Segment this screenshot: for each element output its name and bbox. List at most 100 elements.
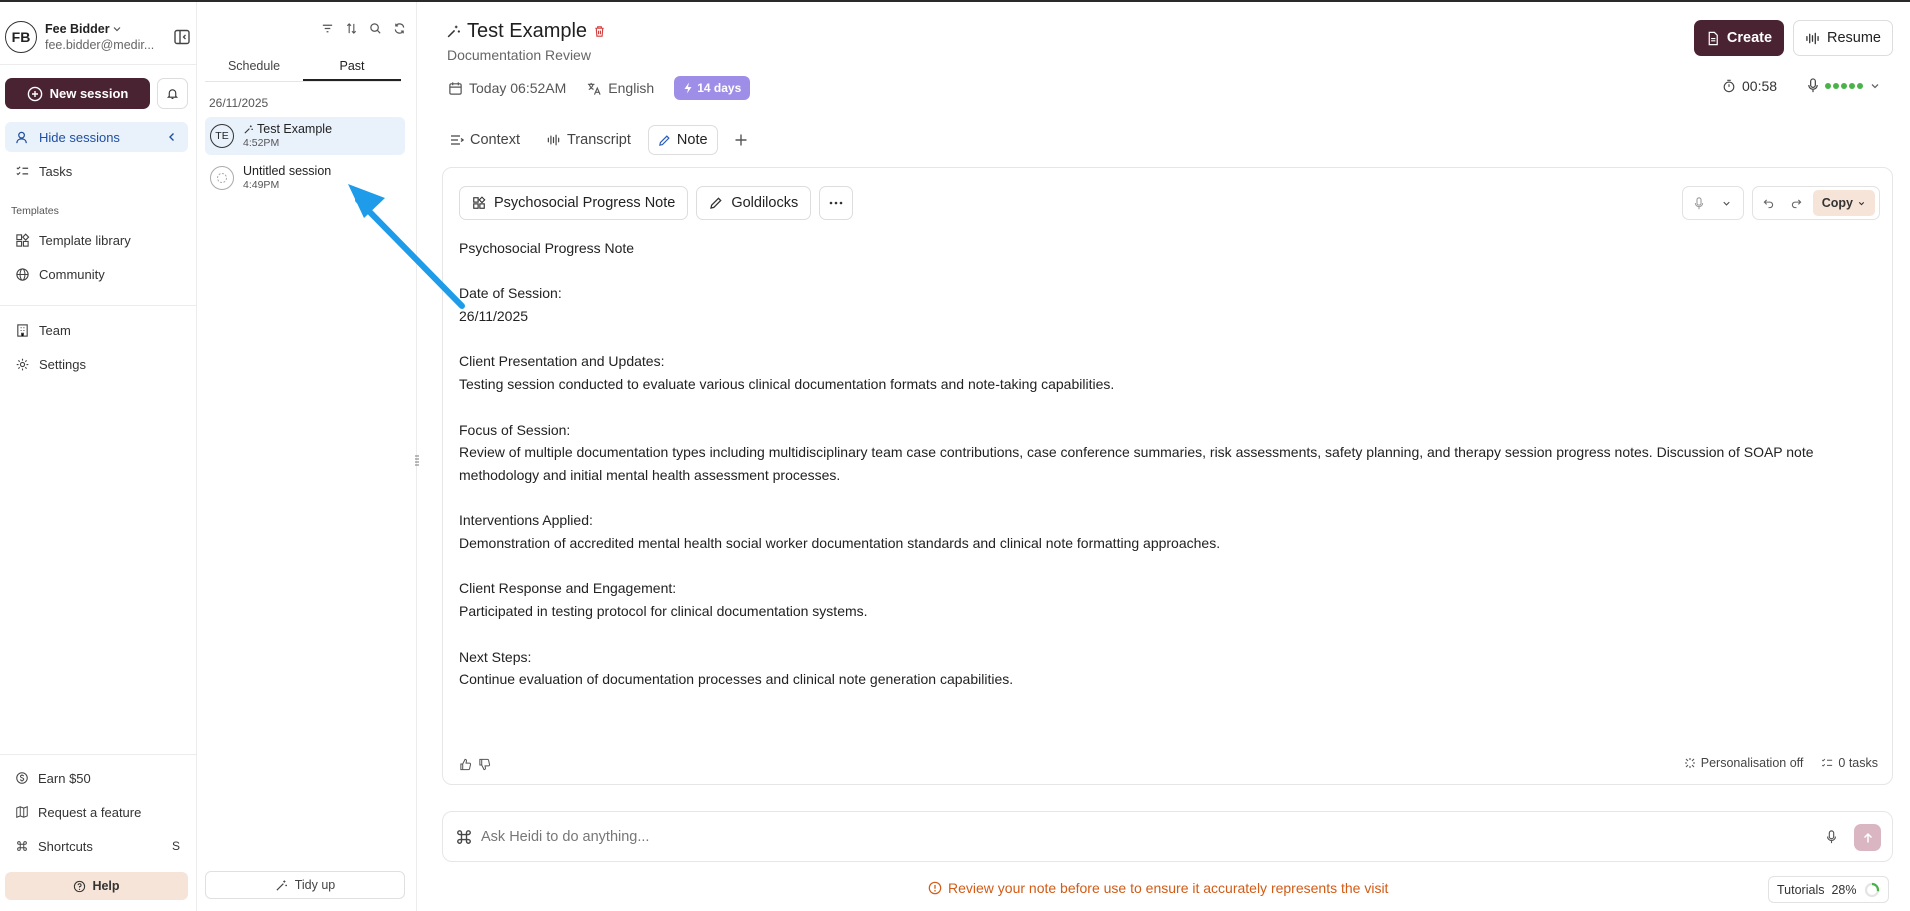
dictation-options-button[interactable] xyxy=(1715,191,1739,215)
templates-section-label: Templates xyxy=(11,205,59,217)
dictate-button[interactable] xyxy=(1687,191,1711,215)
building-icon xyxy=(17,323,28,337)
earn-referral-link[interactable]: Earn $50 xyxy=(5,763,188,793)
lightning-icon xyxy=(684,82,692,94)
shortcut-key-hint: S xyxy=(171,839,180,853)
note-text: Testing session conducted to evaluate va… xyxy=(459,376,1115,393)
help-button[interactable]: Help xyxy=(5,872,188,900)
left-nav: FB Fee Bidder fee.bidder@medir... New se… xyxy=(0,2,197,911)
sidebar-item-template-library[interactable]: Template library xyxy=(5,225,188,255)
profile-menu[interactable]: FB Fee Bidder fee.bidder@medir... xyxy=(5,20,191,54)
trash-icon[interactable] xyxy=(593,25,606,38)
sessions-toolbar xyxy=(321,22,406,35)
collapse-sidebar-button[interactable] xyxy=(173,28,191,46)
session-avatar-placeholder xyxy=(210,166,234,190)
hide-sessions-button[interactable]: Hide sessions xyxy=(5,122,188,152)
shortcuts-link[interactable]: Shortcuts S xyxy=(5,831,188,861)
redo-button[interactable] xyxy=(1785,191,1809,215)
note-text: Continue evaluation of documentation pro… xyxy=(459,671,1014,688)
waveform-icon xyxy=(1806,32,1819,44)
tasks-count-button[interactable]: 0 tasks xyxy=(1821,756,1878,770)
session-avatar: TE xyxy=(210,124,234,148)
plus-circle-icon xyxy=(27,86,42,101)
session-timer: 00:58 xyxy=(1722,78,1777,94)
thumbs-down-icon[interactable] xyxy=(478,758,491,771)
command-key-icon xyxy=(17,841,27,851)
audio-level-indicator xyxy=(1825,82,1863,89)
bell-icon xyxy=(166,89,179,99)
microphone-selector[interactable] xyxy=(1807,78,1881,93)
dictation-control xyxy=(1681,186,1744,220)
more-options-button[interactable] xyxy=(819,186,854,220)
note-content[interactable]: Psychosocial Progress Note Date of Sessio… xyxy=(459,237,1879,714)
note-editor: Psychosocial Progress Note Goldilocks Co… xyxy=(442,167,1893,785)
language-selector[interactable]: English xyxy=(586,80,654,96)
note-paragraph: Interventions Applied: Demonstration of a… xyxy=(459,509,1879,554)
undo-button[interactable] xyxy=(1757,191,1781,215)
search-icon[interactable] xyxy=(369,22,382,35)
copy-button[interactable]: Copy xyxy=(1812,190,1875,216)
note-heading: Focus of Session: xyxy=(459,421,571,438)
question-circle-icon xyxy=(74,880,86,892)
sessions-tabs: Schedule Past xyxy=(205,56,401,82)
history-controls: Copy xyxy=(1751,186,1880,220)
microphone-icon[interactable] xyxy=(1826,830,1837,844)
page-title[interactable]: Test Example xyxy=(467,20,587,43)
add-tab-button[interactable] xyxy=(726,125,756,155)
tab-context[interactable]: Context xyxy=(441,125,529,155)
style-selector[interactable]: Goldilocks xyxy=(696,186,812,220)
template-library-icon xyxy=(16,232,30,247)
sidebar-item-community[interactable]: Community xyxy=(5,259,188,289)
session-time: 4:49PM xyxy=(243,179,280,191)
review-warning: Review your note before use to ensure it… xyxy=(928,880,1388,896)
main-content: Test Example Documentation Review Create… xyxy=(417,2,1910,911)
filter-icon[interactable] xyxy=(321,22,334,35)
note-paragraph: Date of Session: 26/11/2025 xyxy=(459,282,1879,327)
sidebar-item-tasks[interactable]: Tasks xyxy=(5,156,188,186)
tasks-icon xyxy=(1822,758,1833,767)
note-text: Demonstration of accredited mental healt… xyxy=(459,535,1221,552)
chevron-down-icon xyxy=(1858,201,1865,205)
tab-schedule[interactable]: Schedule xyxy=(205,56,303,81)
divider xyxy=(0,64,196,65)
tab-note[interactable]: Note xyxy=(647,125,718,155)
note-heading: Client Response and Engagement: xyxy=(459,580,677,597)
create-button[interactable]: Create xyxy=(1694,20,1784,56)
thumbs-up-icon[interactable] xyxy=(459,758,472,771)
translate-icon xyxy=(588,82,601,95)
session-item-test-example[interactable]: TE Test Example 4:52PM xyxy=(205,117,405,155)
pencil-icon xyxy=(658,134,670,146)
more-horizontal-icon xyxy=(829,201,843,205)
refresh-icon[interactable] xyxy=(393,22,406,35)
request-feature-link[interactable]: Request a feature xyxy=(5,797,188,827)
sidebar-item-team[interactable]: Team xyxy=(5,315,188,345)
template-selector[interactable]: Psychosocial Progress Note xyxy=(459,186,689,220)
session-date-picker[interactable]: Today 06:52AM xyxy=(448,80,566,96)
page-subtitle[interactable]: Documentation Review xyxy=(447,47,591,63)
sort-icon[interactable] xyxy=(345,22,358,35)
waveform-icon xyxy=(547,134,560,146)
tab-transcript[interactable]: Transcript xyxy=(537,125,640,155)
notifications-button[interactable] xyxy=(157,78,188,109)
days-remaining-badge[interactable]: 14 days xyxy=(674,76,751,100)
microphone-icon xyxy=(1694,196,1703,209)
personalisation-toggle[interactable]: Personalisation off xyxy=(1684,756,1803,770)
tasks-icon xyxy=(16,165,29,175)
note-text: Review of multiple documentation types i… xyxy=(459,444,1814,483)
send-button[interactable] xyxy=(1854,824,1881,851)
chevron-down-icon xyxy=(1723,201,1730,206)
session-item-untitled[interactable]: Untitled session 4:49PM xyxy=(205,159,405,197)
note-paragraph: Focus of Session: Review of multiple docu… xyxy=(459,419,1879,487)
template-library-icon xyxy=(473,196,486,209)
stopwatch-icon xyxy=(1723,79,1735,93)
ask-heidi-input[interactable] xyxy=(481,826,1781,848)
tidy-up-button[interactable]: Tidy up xyxy=(205,871,405,899)
note-heading: Interventions Applied: xyxy=(459,512,593,529)
sidebar-item-settings[interactable]: Settings xyxy=(5,349,188,379)
tab-past[interactable]: Past xyxy=(303,56,401,81)
resume-button[interactable]: Resume xyxy=(1793,20,1893,56)
new-session-button[interactable]: New session xyxy=(5,78,150,109)
note-paragraph: Client Response and Engagement: Participa… xyxy=(459,577,1879,622)
note-text: 26/11/2025 xyxy=(459,308,529,325)
tutorials-button[interactable]: Tutorials 28% xyxy=(1768,876,1889,903)
